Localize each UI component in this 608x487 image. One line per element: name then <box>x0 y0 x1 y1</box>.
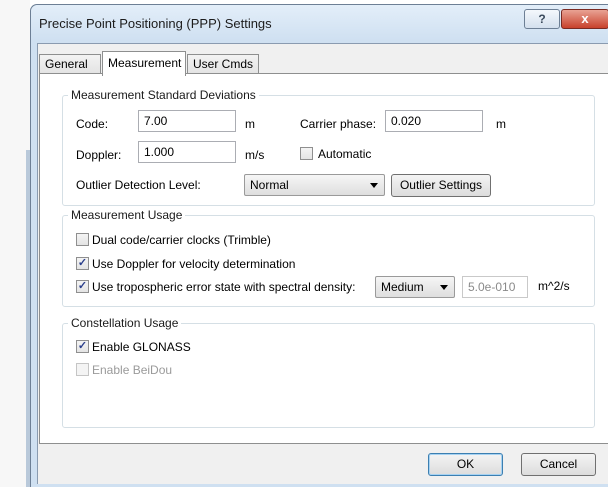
doppler-field[interactable]: 1.000 <box>138 141 236 163</box>
cancel-button[interactable]: Cancel <box>521 453 596 476</box>
outlier-detection-label: Outlier Detection Level: <box>76 178 201 192</box>
doppler-velocity-checkbox[interactable]: ✓ <box>76 257 89 270</box>
dialog-title: Precise Point Positioning (PPP) Settings <box>39 16 272 31</box>
code-label: Code: <box>76 117 109 131</box>
tropo-level-value: Medium <box>381 280 424 294</box>
tab-general[interactable]: General <box>39 54 101 74</box>
outlier-level-select[interactable]: Normal <box>244 174 385 196</box>
doppler-label: Doppler: <box>76 148 122 162</box>
tropo-level-select[interactable]: Medium <box>375 276 455 298</box>
glonass-checkbox[interactable]: ✓ <box>76 340 89 353</box>
chevron-down-icon <box>440 285 448 290</box>
checkmark-icon: ✓ <box>77 257 88 269</box>
std-dev-group-label: Measurement Standard Deviations <box>68 88 259 102</box>
tropo-density-unit: m^2/s <box>538 279 570 293</box>
usage-group-label: Measurement Usage <box>68 208 186 222</box>
outlier-level-value: Normal <box>250 178 289 192</box>
checkmark-icon: ✓ <box>77 280 88 292</box>
code-unit: m <box>245 117 255 131</box>
automatic-label[interactable]: Automatic <box>318 147 371 161</box>
tropo-checkbox[interactable]: ✓ <box>76 280 89 293</box>
tab-measurement[interactable]: Measurement <box>102 51 186 76</box>
help-icon[interactable]: ? <box>524 9 560 29</box>
title-bar[interactable]: Precise Point Positioning (PPP) Settings… <box>31 5 608 41</box>
carrier-phase-unit: m <box>496 117 506 131</box>
constellation-group-label: Constellation Usage <box>68 316 182 330</box>
close-icon[interactable]: x <box>561 9 608 29</box>
checkmark-icon: ✓ <box>77 340 88 352</box>
ok-button[interactable]: OK <box>428 453 503 476</box>
carrier-phase-field[interactable]: 0.020 <box>385 110 483 132</box>
tropo-density-field[interactable]: 5.0e-010 <box>462 276 528 298</box>
outlier-settings-button[interactable]: Outlier Settings <box>391 174 491 197</box>
beidou-checkbox <box>76 363 89 376</box>
dual-clocks-label[interactable]: Dual code/carrier clocks (Trimble) <box>92 233 271 247</box>
beidou-label: Enable BeiDou <box>92 363 173 377</box>
tab-user-cmds[interactable]: User Cmds <box>187 54 259 74</box>
background-window-edge <box>0 0 30 487</box>
glonass-label[interactable]: Enable GLONASS <box>92 340 191 354</box>
carrier-phase-label: Carrier phase: <box>300 117 377 131</box>
doppler-velocity-label[interactable]: Use Doppler for velocity determination <box>92 257 295 271</box>
automatic-checkbox[interactable] <box>300 147 313 160</box>
chevron-down-icon <box>370 183 378 188</box>
doppler-unit: m/s <box>245 148 265 162</box>
code-field[interactable]: 7.00 <box>138 110 236 132</box>
dual-clocks-checkbox[interactable] <box>76 233 89 246</box>
tropo-label[interactable]: Use tropospheric error state with spectr… <box>92 280 355 294</box>
